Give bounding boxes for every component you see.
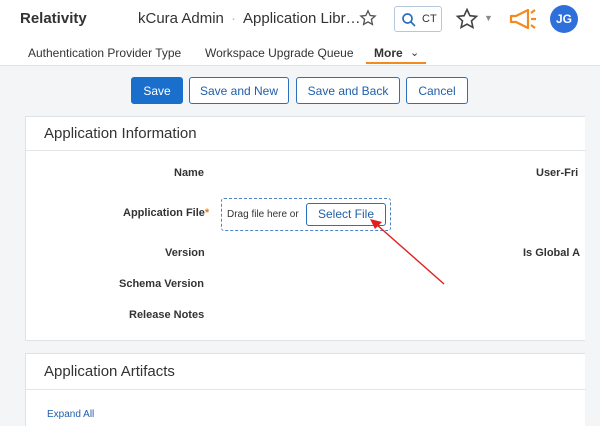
application-artifacts-card: Application Artifacts (25, 353, 586, 426)
section-title: Application Artifacts (44, 363, 175, 380)
release-notes-label: Release Notes (129, 309, 205, 321)
search-icon (402, 13, 416, 27)
annotation-arrow (370, 219, 445, 285)
required-marker: * (204, 207, 210, 219)
name-label: Name (174, 167, 204, 179)
section-title: Application Information (44, 125, 197, 142)
page-title: Application Libr… (243, 10, 361, 27)
active-tab-indicator (366, 62, 426, 64)
search-button[interactable]: CT (394, 6, 442, 32)
megaphone-icon[interactable] (508, 7, 538, 31)
star-icon[interactable] (455, 7, 479, 31)
section-divider (26, 389, 586, 390)
expand-all-link[interactable]: Expand All (47, 409, 94, 420)
top-navigation-bar: Relativity kCura Admin · Application Lib… (0, 0, 600, 41)
chevron-down-icon[interactable]: ⌄ (410, 46, 419, 59)
dropzone-text: Drag file here or (227, 209, 299, 220)
tab-workspace-upgrade-queue[interactable]: Workspace Upgrade Queue (205, 46, 354, 60)
version-label: Version (165, 247, 205, 259)
is-global-label: Is Global A (523, 247, 581, 259)
application-file-label: Application File* (123, 207, 209, 219)
section-divider (26, 150, 586, 151)
tab-bar: Authentication Provider Type Workspace U… (0, 40, 600, 66)
workspace-name[interactable]: kCura Admin (138, 10, 224, 27)
save-and-new-button[interactable]: Save and New (189, 77, 289, 104)
brand-logo-text[interactable]: Relativity (20, 10, 87, 27)
chevron-down-icon[interactable]: ▼ (484, 13, 493, 23)
tab-more[interactable]: More (374, 46, 403, 60)
save-and-back-button[interactable]: Save and Back (296, 77, 400, 104)
breadcrumb-separator: · (231, 10, 236, 27)
search-shortcut-text: CT (422, 13, 437, 25)
tab-authentication-provider-type[interactable]: Authentication Provider Type (28, 46, 181, 60)
cancel-button[interactable]: Cancel (406, 77, 468, 104)
avatar[interactable]: JG (550, 5, 578, 33)
application-file-label-text: Application File (123, 207, 205, 219)
schema-version-label: Schema Version (119, 278, 204, 290)
save-button[interactable]: Save (131, 77, 183, 104)
star-outline-icon[interactable] (359, 9, 377, 27)
user-friendly-label: User-Fri (536, 167, 579, 179)
